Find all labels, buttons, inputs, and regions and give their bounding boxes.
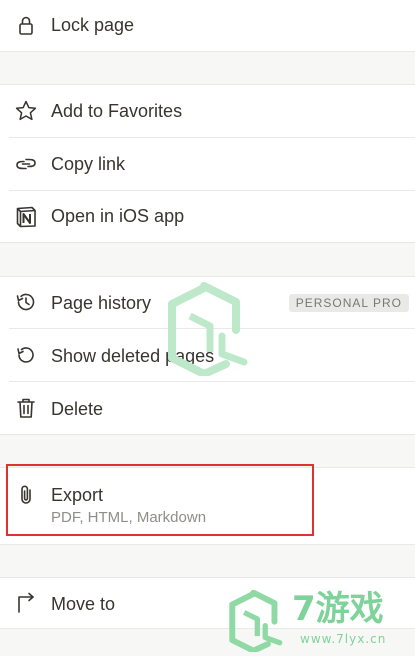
menu-item-label: Page history [51, 293, 152, 313]
plan-badge: PERSONAL PRO [288, 294, 409, 312]
menu-item-label: Add to Favorites [51, 101, 183, 121]
link-icon [13, 151, 39, 177]
menu-item-show-deleted-pages[interactable]: Show deleted pages [0, 329, 415, 381]
lock-icon [13, 12, 39, 38]
watermark-url: www.7lyx.cn [300, 632, 387, 646]
menu-item-label: Move to [51, 594, 116, 614]
menu-item-copy-link[interactable]: Copy link [0, 138, 415, 190]
section-separator [0, 52, 415, 84]
paperclip-icon [13, 482, 39, 508]
trash-icon [13, 395, 39, 421]
menu-item-open-in-ios-app[interactable]: Open in iOS app [0, 191, 415, 242]
watermark-brand: 7游戏 [292, 589, 384, 629]
menu-item-label: Copy link [51, 154, 126, 174]
history-icon [13, 289, 39, 315]
restore-icon [13, 342, 39, 368]
move-arrow-icon [13, 590, 39, 616]
section-separator [0, 243, 415, 276]
menu-item-label: Show deleted pages [51, 346, 215, 366]
notion-app-icon [13, 204, 39, 230]
menu-item-label: Open in iOS app [51, 206, 185, 226]
menu-item-lock-page[interactable]: Lock page [0, 0, 415, 51]
menu-item-page-history[interactable]: Page history PERSONAL PRO [0, 277, 415, 328]
menu-item-label: Lock page [51, 15, 135, 35]
menu-item-delete[interactable]: Delete [0, 382, 415, 434]
menu-item-export[interactable]: Export PDF, HTML, Markdown [0, 468, 415, 544]
star-icon [13, 98, 39, 124]
menu-item-label: Export [51, 485, 104, 505]
section-separator [0, 545, 415, 577]
menu-item-label: Delete [51, 399, 104, 419]
section-separator [0, 435, 415, 467]
menu-item-description: PDF, HTML, Markdown [51, 509, 207, 526]
menu-item-add-to-favorites[interactable]: Add to Favorites [0, 85, 415, 137]
